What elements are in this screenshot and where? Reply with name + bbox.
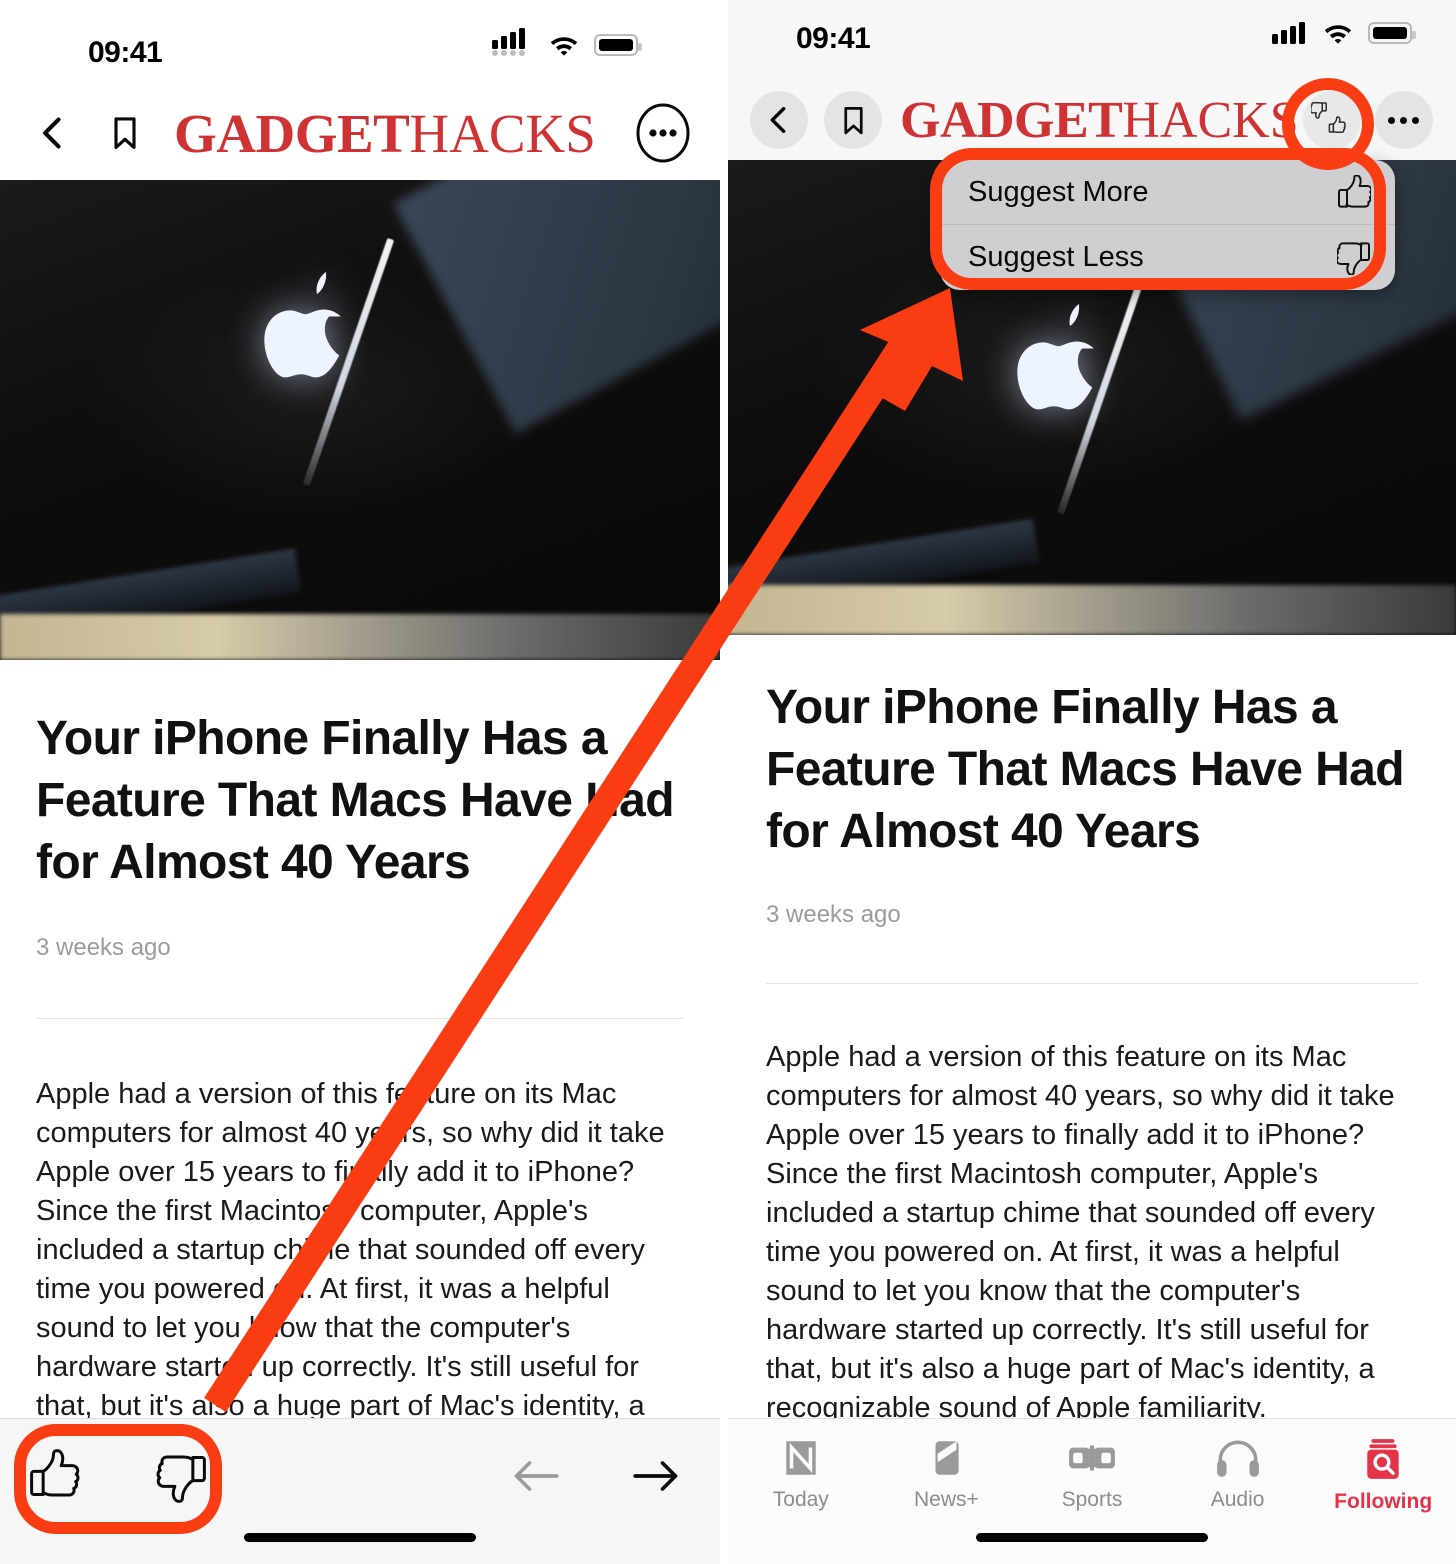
status-bar-icons bbox=[492, 28, 642, 56]
tab-audio[interactable]: Audio bbox=[1165, 1437, 1311, 1512]
menu-item-label: Suggest More bbox=[968, 175, 1149, 208]
logo-bold-text: GADGET bbox=[174, 102, 410, 164]
cellular-signal-icon bbox=[492, 28, 534, 56]
wifi-icon bbox=[1322, 20, 1354, 44]
thumbs-down-icon bbox=[1337, 241, 1371, 275]
right-phone-screen: 09:41 GADGET HACKS Your iPhone Finally H… bbox=[728, 0, 1456, 1564]
more-options-button[interactable] bbox=[1374, 91, 1433, 149]
bookmark-icon bbox=[843, 106, 863, 134]
tab-label: News+ bbox=[914, 1488, 979, 1511]
article-paragraph: Apple had a version of this feature on i… bbox=[766, 1041, 1395, 1424]
previous-article-button[interactable] bbox=[510, 1451, 562, 1501]
tab-label: Today bbox=[772, 1488, 829, 1511]
back-button[interactable] bbox=[750, 91, 808, 149]
next-article-button[interactable] bbox=[630, 1451, 682, 1501]
ellipsis-icon bbox=[636, 103, 690, 163]
home-indicator bbox=[244, 1533, 476, 1542]
back-button[interactable] bbox=[26, 106, 80, 160]
news-n-icon bbox=[786, 1441, 816, 1475]
bookmark-icon bbox=[114, 117, 136, 149]
article-timestamp: 3 weeks ago bbox=[36, 934, 171, 961]
gadget-hacks-logo: GADGET HACKS bbox=[900, 91, 1299, 150]
tab-news-plus[interactable]: News+ bbox=[874, 1437, 1020, 1512]
tab-sports[interactable]: Sports bbox=[1019, 1437, 1165, 1512]
battery-icon bbox=[594, 34, 642, 56]
thumbs-up-down-icon bbox=[1310, 101, 1346, 133]
ellipsis-icon bbox=[1388, 116, 1420, 124]
article-headline: Your iPhone Finally Has a Feature That M… bbox=[36, 712, 675, 889]
headphones-icon bbox=[1216, 1440, 1259, 1477]
tab-following[interactable]: Following bbox=[1310, 1437, 1456, 1514]
cellular-signal-icon bbox=[1272, 20, 1308, 44]
status-bar-right: 09:41 bbox=[728, 0, 1456, 80]
sports-icon bbox=[1069, 1445, 1115, 1471]
article-timestamp: 3 weeks ago bbox=[766, 901, 901, 928]
suggest-popup-menu: Suggest More Suggest Less bbox=[940, 160, 1395, 290]
article-body-left: Your iPhone Finally Has a Feature That M… bbox=[0, 708, 720, 1465]
article-bottom-toolbar bbox=[0, 1418, 720, 1564]
tab-list: Today News+ Sports Audio Following bbox=[728, 1419, 1456, 1514]
article-hero-image-left bbox=[0, 180, 720, 660]
apple-logo-icon bbox=[1017, 304, 1094, 410]
battery-icon bbox=[1368, 22, 1416, 44]
menu-item-suggest-more[interactable]: Suggest More bbox=[940, 160, 1395, 224]
arrow-left-icon bbox=[514, 1461, 559, 1491]
article-headline: Your iPhone Finally Has a Feature That M… bbox=[766, 681, 1405, 858]
article-divider bbox=[36, 1018, 684, 1019]
article-body-right: Your iPhone Finally Has a Feature That M… bbox=[728, 677, 1456, 1428]
article-navbar-left: GADGET HACKS bbox=[0, 86, 720, 180]
tab-label: Sports bbox=[1061, 1488, 1123, 1511]
thumbs-down-button[interactable] bbox=[146, 1445, 212, 1507]
left-phone-screen: 09:41 GADGET HACKS Your iPhone Finally H… bbox=[0, 0, 720, 1564]
tab-label: Audio bbox=[1210, 1488, 1265, 1511]
news-plus-icon bbox=[935, 1441, 959, 1475]
logo-light-text: HACKS bbox=[1122, 91, 1299, 149]
thumbs-up-icon bbox=[30, 1449, 80, 1497]
status-bar-left: 09:41 bbox=[0, 0, 720, 86]
logo-light-text: HACKS bbox=[409, 102, 596, 164]
status-bar-clock-right: 09:41 bbox=[796, 22, 871, 55]
chevron-left-icon bbox=[43, 117, 61, 149]
more-options-button[interactable] bbox=[632, 102, 694, 164]
logo-bold-text: GADGET bbox=[900, 91, 1123, 149]
wifi-icon bbox=[548, 32, 580, 56]
screenshot-stage: 09:41 GADGET HACKS Your iPhone Finally H… bbox=[0, 0, 1456, 1564]
status-bar-clock: 09:41 bbox=[88, 36, 163, 69]
thumbs-up-icon bbox=[1337, 175, 1371, 208]
tab-label: Following bbox=[1334, 1490, 1433, 1513]
status-bar-icons-right bbox=[1272, 20, 1416, 44]
home-indicator bbox=[976, 1533, 1208, 1542]
chevron-left-icon bbox=[770, 106, 786, 134]
bookmark-button[interactable] bbox=[98, 106, 152, 160]
article-navbar-right: GADGET HACKS bbox=[728, 80, 1456, 160]
gadget-hacks-logo: GADGET HACKS bbox=[174, 102, 596, 165]
apple-logo-icon bbox=[264, 272, 341, 378]
search-jar-icon bbox=[1367, 1439, 1399, 1479]
menu-item-label: Suggest Less bbox=[968, 241, 1144, 273]
app-tab-bar: Today News+ Sports Audio Following bbox=[728, 1418, 1456, 1564]
thumbs-up-button[interactable] bbox=[24, 1445, 90, 1507]
arrow-right-icon bbox=[633, 1461, 678, 1491]
suggest-feedback-button[interactable] bbox=[1302, 91, 1361, 149]
menu-item-suggest-less[interactable]: Suggest Less bbox=[940, 224, 1395, 290]
tab-today[interactable]: Today bbox=[728, 1437, 874, 1512]
article-paragraph: Apple had a version of this feature on i… bbox=[36, 1078, 665, 1461]
thumbs-down-icon bbox=[156, 1455, 206, 1503]
bookmark-button[interactable] bbox=[824, 91, 882, 149]
article-divider bbox=[766, 983, 1418, 984]
